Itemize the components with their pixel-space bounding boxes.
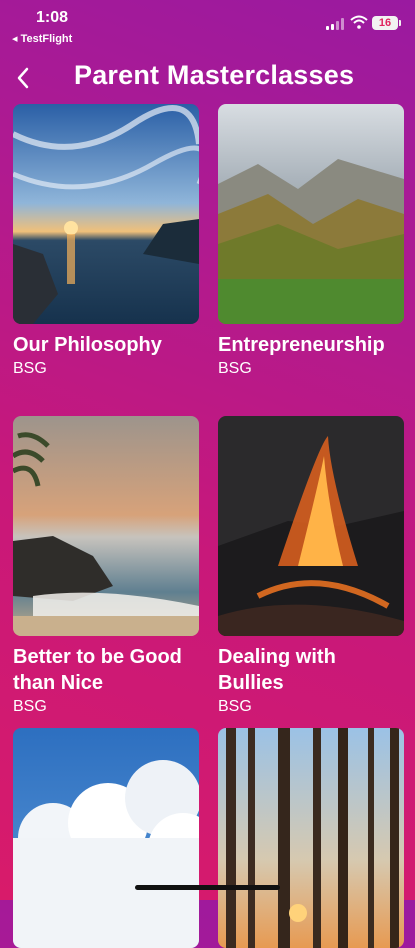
card-thumbnail-forest [218, 728, 404, 948]
battery-icon: 16 [372, 16, 398, 30]
card-thumbnail-volcano [218, 416, 404, 636]
home-indicator [135, 885, 280, 890]
back-to-testflight-link[interactable]: ◂ TestFlight [12, 32, 72, 45]
wifi-icon [350, 15, 368, 29]
cellular-signal-icon [326, 18, 346, 30]
card-thumbnail-sunset [13, 104, 199, 324]
card-subtitle: BSG [13, 698, 47, 715]
status-bar: 1:08 ◂ TestFlight 16 [0, 0, 415, 48]
masterclass-card[interactable] [13, 728, 199, 948]
card-title: Dealing with Bullies [218, 646, 336, 694]
card-thumbnail-beach [13, 416, 199, 636]
masterclass-card[interactable]: Our Philosophy BSG [13, 104, 199, 379]
card-subtitle: BSG [218, 698, 252, 715]
battery-tip [399, 20, 401, 26]
masterclass-card[interactable]: Entrepreneurship BSG [218, 104, 404, 379]
masterclass-card[interactable]: Better to be Good than Nice BSG [13, 416, 199, 717]
card-thumbnail-mountains [218, 104, 404, 324]
card-title: Better to be Good than Nice [13, 646, 182, 694]
navigation-bar: Parent Masterclasses [0, 56, 415, 100]
card-title: Entrepreneurship [218, 334, 385, 356]
card-subtitle: BSG [13, 360, 47, 377]
masterclass-card[interactable] [218, 728, 404, 948]
card-subtitle: BSG [218, 360, 252, 377]
chevron-left-icon [17, 67, 29, 89]
status-time: 1:08 [36, 9, 69, 26]
masterclass-card[interactable]: Dealing with Bullies BSG [218, 416, 404, 717]
card-title: Our Philosophy [13, 334, 162, 356]
page-title: Parent Masterclasses [74, 60, 355, 90]
card-thumbnail-clouds [13, 728, 199, 948]
back-button[interactable] [10, 60, 38, 96]
